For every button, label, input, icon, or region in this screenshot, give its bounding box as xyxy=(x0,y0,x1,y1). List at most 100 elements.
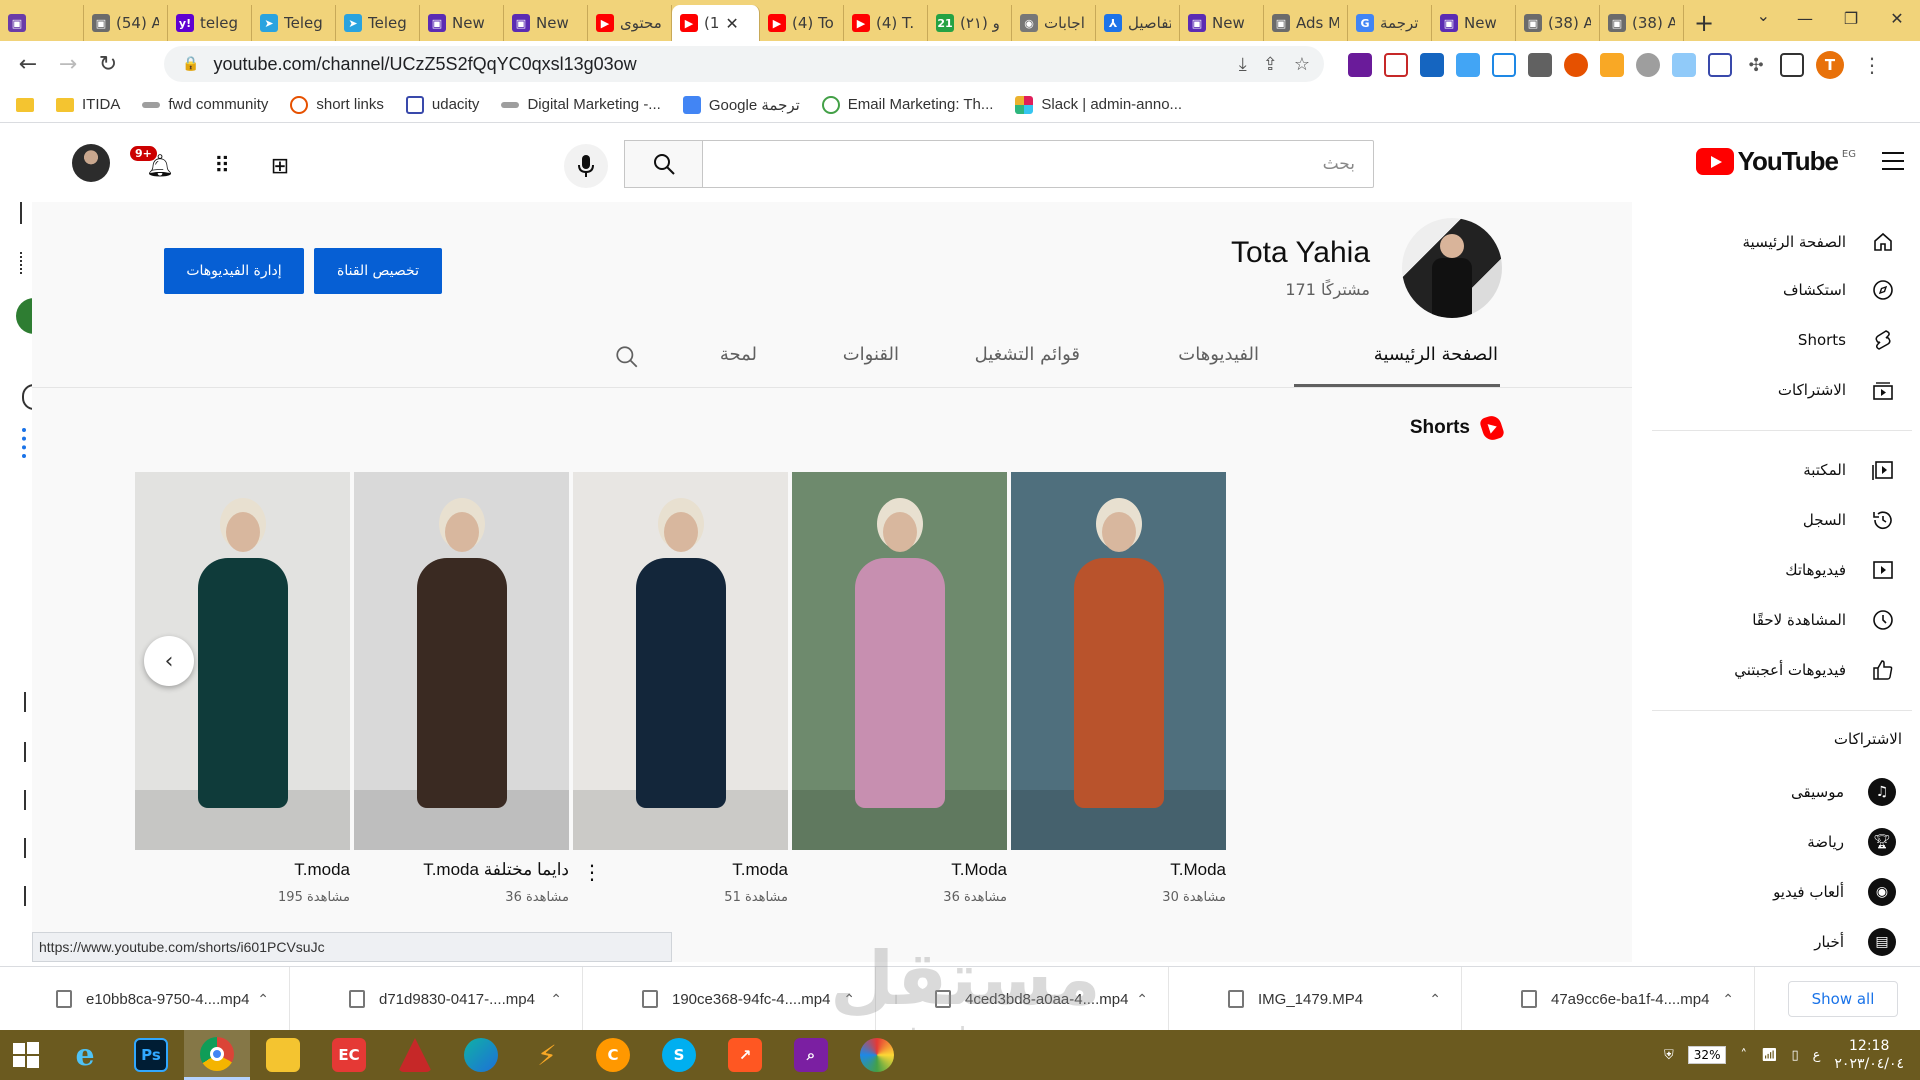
short-thumbnail[interactable] xyxy=(354,472,569,850)
address-bar[interactable]: 🔒 youtube.com/channel/UCzZ5S2fQqYC0qxsl1… xyxy=(164,46,1324,82)
menu-kebab-icon[interactable]: ⋮ xyxy=(1862,53,1882,77)
network-icon[interactable]: 📶︎ xyxy=(1761,1048,1778,1063)
chevron-up-icon[interactable]: ⌃ xyxy=(1136,991,1148,1008)
download-item[interactable]: IMG_1479.MP4 ⌃ xyxy=(1172,967,1462,1031)
short-title[interactable]: T.moda دايما مختلفة xyxy=(423,860,569,880)
rail-icon[interactable] xyxy=(22,428,30,458)
chevron-up-icon[interactable]: ⌃ xyxy=(550,991,562,1008)
taskbar-app-red[interactable]: EC xyxy=(316,1030,382,1080)
account-avatar[interactable] xyxy=(72,144,110,182)
tab-home[interactable]: الصفحة الرئيسية xyxy=(1374,344,1498,365)
tab-search-chevron-icon[interactable]: ⌄ xyxy=(1757,6,1770,25)
extension-icon[interactable] xyxy=(1672,53,1696,77)
taskbar-clock[interactable]: 12:18 ٢٠٢٣/٠٤/٠٤ xyxy=(1834,1037,1904,1073)
keyboard-language[interactable]: ع xyxy=(1813,1048,1821,1063)
minimize-icon[interactable]: — xyxy=(1782,0,1828,36)
close-tab-icon[interactable]: ✕ xyxy=(725,14,738,33)
browser-tab[interactable]: ▶ (1 ✕ xyxy=(672,5,760,41)
download-item[interactable]: d71d9830-0417-....mp4 ⌃ xyxy=(293,967,583,1031)
channel-search-icon[interactable] xyxy=(614,344,642,372)
install-app-icon[interactable]: ⤓ xyxy=(1239,54,1247,75)
bookmark-google-translate[interactable]: Google ترجمة xyxy=(682,95,800,114)
taskbar-app-search[interactable]: ⌕ xyxy=(778,1030,844,1080)
guide-item-watch-later[interactable]: المشاهدة لاحقًا xyxy=(1632,596,1920,644)
browser-tab[interactable]: ▣ New xyxy=(420,5,504,41)
volume-icon[interactable]: ▯ xyxy=(1791,1048,1798,1063)
browser-tab[interactable]: 21 (٢١) و xyxy=(928,5,1012,41)
tray-expand-icon[interactable]: ˄ xyxy=(1740,1048,1747,1063)
taskbar-app-lightning[interactable]: ⚡︎ xyxy=(514,1030,580,1080)
extension-icon[interactable] xyxy=(1636,53,1660,77)
search-button[interactable] xyxy=(624,140,703,188)
bookmark-fwd[interactable]: fwd community xyxy=(142,96,268,113)
extension-icon[interactable] xyxy=(1600,53,1624,77)
tab-about[interactable]: لمحة xyxy=(720,344,757,365)
guide-item-explore[interactable]: استكشاف xyxy=(1632,266,1920,314)
short-more-options-icon[interactable]: ⋮ xyxy=(582,860,602,884)
extension-icon[interactable] xyxy=(1384,53,1408,77)
guide-item-shorts[interactable]: Shorts xyxy=(1632,316,1920,364)
hamburger-menu-icon[interactable] xyxy=(1882,152,1904,176)
browser-tab[interactable]: ▶ محتوى xyxy=(588,5,672,41)
puzzle-extensions-icon[interactable]: ✣ xyxy=(1744,53,1768,77)
browser-tab[interactable]: ▣ (38) A xyxy=(1600,5,1684,41)
extension-icon[interactable] xyxy=(1708,53,1732,77)
shield-icon[interactable]: ⛨ xyxy=(1664,1048,1674,1063)
manage-videos-button[interactable]: إدارة الفيديوهات xyxy=(164,248,304,294)
create-video-icon[interactable]: ⊞ xyxy=(266,152,294,180)
side-panel-icon[interactable] xyxy=(1780,53,1804,77)
browser-tab[interactable]: ▣ (54) A xyxy=(84,5,168,41)
guide-sub-music[interactable]: موسيقى ♫ xyxy=(1632,768,1920,816)
windows-start-icon[interactable] xyxy=(0,1030,52,1080)
bookmark-digital-marketing[interactable]: Digital Marketing -... xyxy=(501,96,661,113)
carousel-previous-button[interactable]: ‹ xyxy=(144,636,194,686)
bookmark-folder-icon[interactable] xyxy=(16,97,34,112)
browser-tab[interactable]: ▣ New xyxy=(1180,5,1264,41)
short-card[interactable]: T.moda 51 مشاهدة xyxy=(573,472,788,905)
short-card[interactable]: T.Moda 30 مشاهدة xyxy=(1011,472,1226,905)
guide-sub-sports[interactable]: رياضة 🏆︎ xyxy=(1632,818,1920,866)
tab-channels[interactable]: القنوات xyxy=(843,344,899,365)
short-title[interactable]: T.moda xyxy=(732,860,788,880)
lock-icon[interactable]: 🔒 xyxy=(182,56,199,72)
taskbar-paint[interactable] xyxy=(844,1030,910,1080)
bookmark-slack[interactable]: Slack | admin-anno... xyxy=(1015,95,1182,114)
browser-tab[interactable]: ▶ (4) T. xyxy=(844,5,928,41)
download-item[interactable]: 47a9cc6e-ba1f-4....mp4 ⌃ xyxy=(1465,967,1755,1031)
search-input[interactable]: بحث xyxy=(702,140,1374,188)
taskbar-edge[interactable] xyxy=(448,1030,514,1080)
bookmark-udacity[interactable]: udacity xyxy=(405,95,479,114)
taskbar-autocad[interactable] xyxy=(382,1030,448,1080)
maximize-icon[interactable]: ❐ xyxy=(1828,0,1874,36)
new-tab-button[interactable]: + xyxy=(1684,5,1724,41)
browser-tab[interactable]: ◉ اجابات xyxy=(1012,5,1096,41)
extension-icon[interactable] xyxy=(1564,53,1588,77)
short-card[interactable]: T.Moda 36 مشاهدة xyxy=(792,472,1007,905)
browser-tab[interactable]: ➤ Teleg xyxy=(252,5,336,41)
show-all-downloads-button[interactable]: Show all xyxy=(1788,981,1898,1017)
guide-item-home[interactable]: الصفحة الرئيسية xyxy=(1632,218,1920,266)
short-thumbnail[interactable] xyxy=(573,472,788,850)
youtube-logo[interactable]: YouTube EG xyxy=(1695,146,1856,177)
voice-search-button[interactable] xyxy=(564,144,608,188)
download-item[interactable]: e10bb8ca-9750-4....mp4 ⌃ xyxy=(0,967,290,1031)
guide-sub-news[interactable]: أخبار ▤ xyxy=(1632,918,1920,966)
bookmark-email-marketing[interactable]: Email Marketing: Th... xyxy=(821,95,993,114)
reload-icon[interactable]: ↻ xyxy=(88,44,128,84)
taskbar-internet-explorer[interactable]: e xyxy=(52,1030,118,1080)
guide-item-history[interactable]: السجل xyxy=(1632,496,1920,544)
chevron-up-icon[interactable]: ⌃ xyxy=(257,991,269,1008)
chevron-up-icon[interactable]: ⌃ xyxy=(1429,991,1441,1008)
taskbar-app-arrow[interactable]: ↗ xyxy=(712,1030,778,1080)
apps-grid-icon[interactable]: ⠿ xyxy=(208,152,236,180)
extension-icon[interactable] xyxy=(1348,53,1372,77)
guide-item-library[interactable]: المكتبة xyxy=(1632,446,1920,494)
tab-videos[interactable]: الفيديوهات xyxy=(1178,344,1259,365)
chevron-up-icon[interactable]: ⌃ xyxy=(1722,991,1734,1008)
guide-item-liked-videos[interactable]: فيديوهات أعجبتني xyxy=(1632,646,1920,694)
close-window-icon[interactable]: ✕ xyxy=(1874,0,1920,36)
browser-tab[interactable]: ▣ New xyxy=(1432,5,1516,41)
battery-indicator[interactable]: 32% xyxy=(1687,1046,1727,1064)
taskbar-skype[interactable]: S xyxy=(646,1030,712,1080)
guide-item-subscriptions[interactable]: الاشتراكات xyxy=(1632,366,1920,414)
